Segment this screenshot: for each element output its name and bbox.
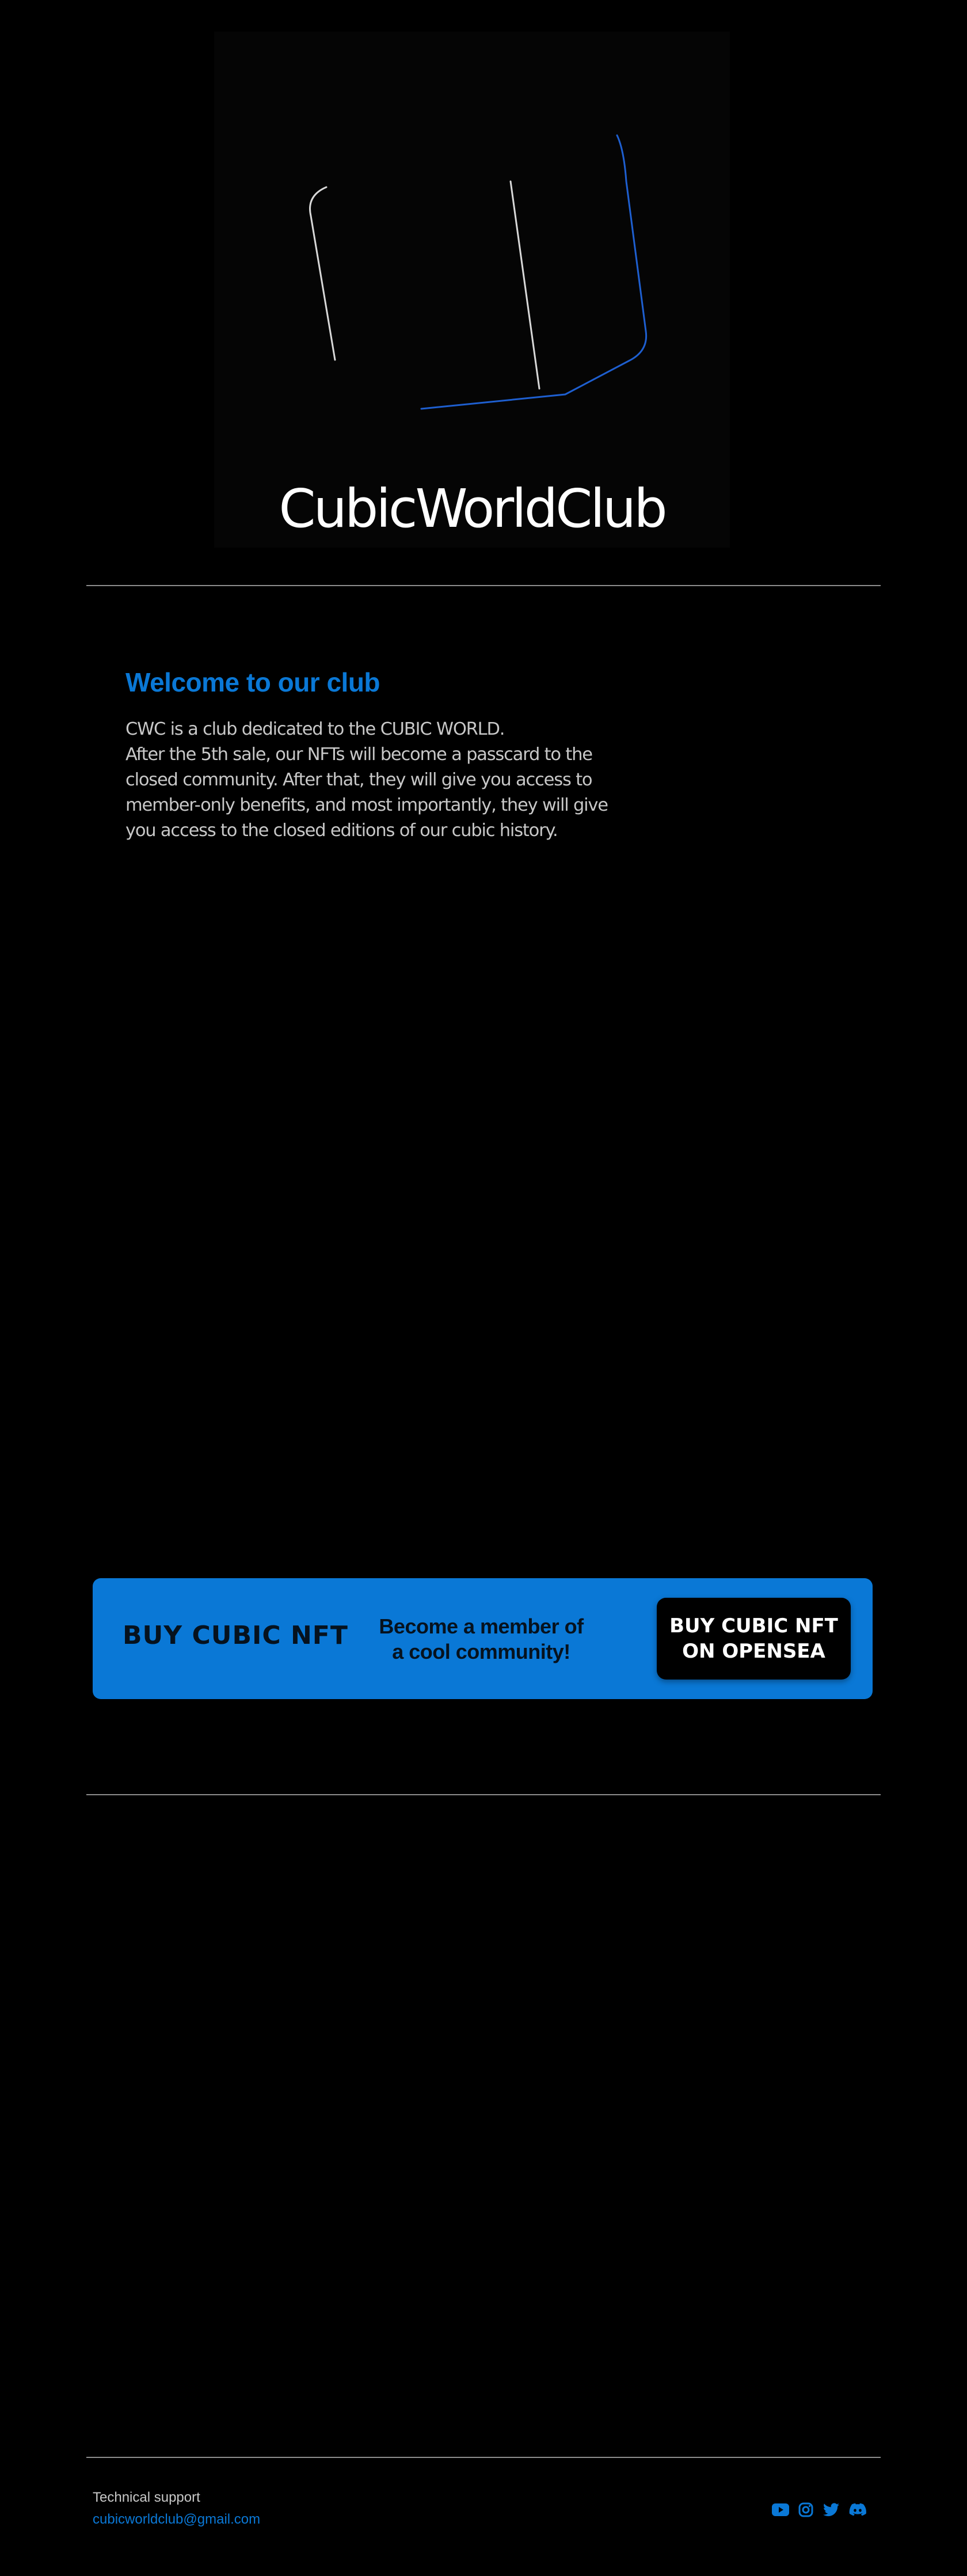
button-label-line: BUY CUBIC NFT	[669, 1614, 838, 1637]
cube-outline-illustration	[309, 134, 648, 410]
welcome-line: member-only benefits, and most important…	[125, 795, 608, 815]
buy-nft-title: BUY CUBIC NFT	[123, 1621, 348, 1650]
welcome-line: After the 5th sale, our NFTs will become…	[125, 744, 593, 765]
support-email-link[interactable]: cubicworldclub@gmail.com	[93, 2512, 260, 2528]
buy-on-opensea-button[interactable]: BUY CUBIC NFT ON OPENSEA	[657, 1598, 851, 1680]
welcome-line: CWC is a club dedicated to the CUBIC WOR…	[125, 719, 505, 739]
community-tagline: Become a member of a cool community!	[369, 1614, 593, 1665]
welcome-text: CWC is a club dedicated to the CUBIC WOR…	[125, 717, 608, 844]
twitter-icon[interactable]	[822, 2501, 840, 2519]
section-divider	[86, 585, 881, 586]
section-divider	[86, 1794, 881, 1795]
discord-icon[interactable]	[848, 2501, 867, 2519]
welcome-line: you access to the closed editions of our…	[125, 820, 558, 841]
site-title: CubicWorldClub	[279, 478, 667, 539]
footer-divider	[86, 2457, 881, 2458]
instagram-icon[interactable]	[797, 2501, 815, 2519]
tagline-line: Become a member of	[379, 1614, 584, 1638]
buy-nft-banner: BUY CUBIC NFT Become a member of a cool …	[93, 1578, 873, 1699]
support-label: Technical support	[93, 2490, 200, 2505]
tagline-line: a cool community!	[392, 1640, 570, 1663]
button-label-line: ON OPENSEA	[682, 1640, 825, 1663]
welcome-line: closed community. After that, they will …	[125, 770, 593, 790]
youtube-icon[interactable]	[771, 2501, 790, 2519]
welcome-heading: Welcome to our club	[125, 667, 380, 697]
